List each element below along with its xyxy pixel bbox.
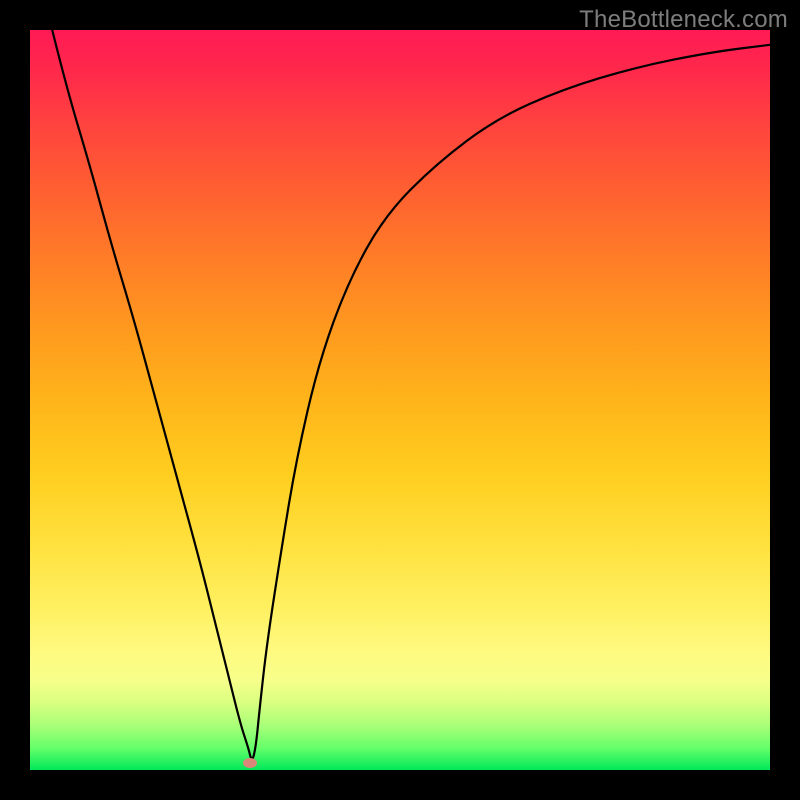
chart-frame: TheBottleneck.com	[0, 0, 800, 800]
curve-path	[52, 30, 770, 759]
bottleneck-curve	[30, 30, 770, 770]
plot-area	[30, 30, 770, 770]
bottleneck-marker	[243, 758, 257, 768]
